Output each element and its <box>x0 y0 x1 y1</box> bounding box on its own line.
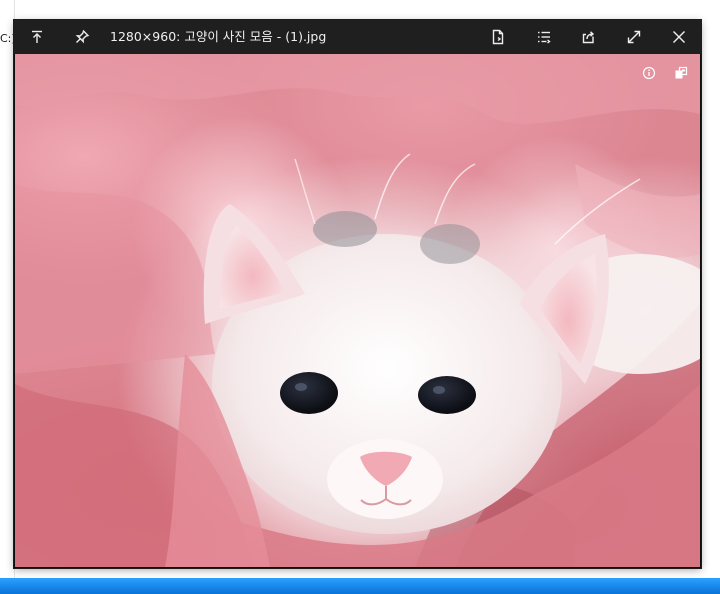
background-explorer-edge: C:) <box>0 0 16 578</box>
open-file-button[interactable] <box>481 20 515 54</box>
windows-taskbar <box>0 578 720 594</box>
open-file-icon <box>492 29 504 45</box>
copy-button[interactable] <box>670 62 692 84</box>
fullscreen-button[interactable] <box>617 20 651 54</box>
close-button[interactable] <box>662 20 696 54</box>
scroll-to-top-icon <box>32 30 42 43</box>
viewer-titlebar[interactable]: 1280×960: 고양이 사진 모음 - (1).jpg <box>14 20 701 54</box>
pin-icon <box>75 29 90 44</box>
image-title: 1280×960: 고양이 사진 모음 - (1).jpg <box>110 29 327 44</box>
fullscreen-icon <box>627 30 641 44</box>
pin-button[interactable] <box>65 20 99 54</box>
list-button[interactable] <box>527 20 561 54</box>
image-viewer-window: 1280×960: 고양이 사진 모음 - (1).jpg <box>14 20 701 568</box>
share-button[interactable] <box>572 20 606 54</box>
list-icon <box>538 31 551 44</box>
info-button[interactable] <box>638 62 660 84</box>
kitten-photo[interactable] <box>15 54 700 567</box>
scroll-to-top-button[interactable] <box>20 20 54 54</box>
share-icon <box>582 31 595 44</box>
kitten-illustration <box>15 54 700 567</box>
close-icon <box>673 31 685 43</box>
info-icon <box>642 66 656 80</box>
background-desktop-edge <box>704 0 720 578</box>
copy-icon <box>675 66 688 79</box>
